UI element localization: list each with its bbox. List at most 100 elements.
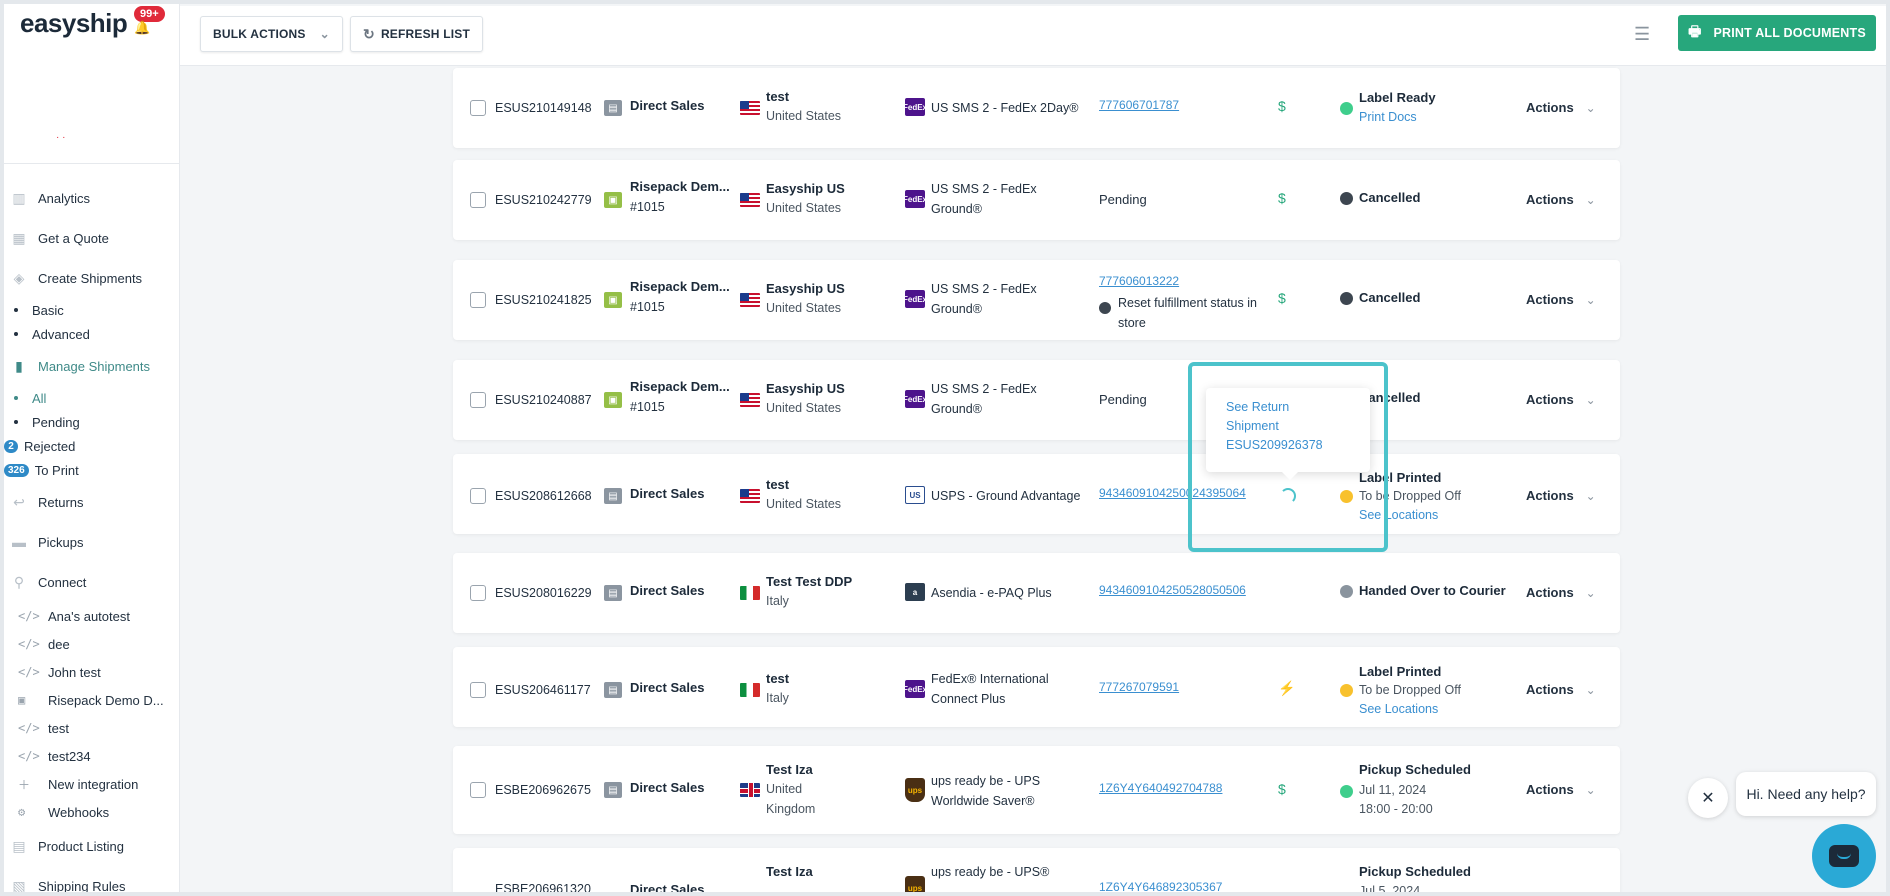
shipment-id[interactable]: ESUS210240887 [495,393,592,407]
plus-icon: ＋ [18,777,31,792]
row-checkbox[interactable] [470,192,486,208]
sidebar-item-shipping-rules[interactable]: ▧ Shipping Rules [0,866,180,896]
actions-dropdown[interactable]: Actions ⌄ [1526,585,1596,600]
integration-item[interactable]: </> dee [0,630,180,658]
integration-label: Webhooks [48,804,110,820]
store-name: Direct Sales [630,583,705,598]
tracking-link[interactable]: 777606013222 [1099,274,1179,288]
table-row[interactable]: ESUS210242779 ▣ Risepack Dem... #1015 Ea… [453,160,1620,240]
row-checkbox[interactable] [470,392,486,408]
sidebar-nav: ▥ Analytics ▦ Get a Quote ◈ Create Shipment… [0,178,180,896]
bell-icon[interactable]: 🔔 [134,20,150,35]
row-checkbox[interactable] [470,782,486,798]
shipment-id[interactable]: ESUS208612668 [495,489,592,503]
return-shipment-icon[interactable] [1280,488,1296,504]
chevron-down-icon: ⌄ [1585,100,1596,115]
chat-close-button[interactable]: ✕ [1688,778,1728,818]
table-row[interactable]: ESBE206961320 Direct Sales Test Iza ups … [453,848,1620,896]
tracking-link[interactable]: 1Z6Y4Y640492704788 [1099,781,1222,795]
pickup-time: 18:00 - 20:00 [1359,802,1433,816]
actions-dropdown[interactable]: Actions ⌄ [1526,292,1596,307]
sidebar-item-get-quote[interactable]: ▦ Get a Quote [0,218,180,258]
store-name: Direct Sales [630,98,705,113]
shipment-id[interactable]: ESUS210241825 [495,293,592,307]
tracking-link[interactable]: 9434609104250024395064 [1099,486,1246,500]
see-locations-link[interactable]: See Locations [1359,508,1438,522]
row-checkbox[interactable] [470,682,486,698]
actions-dropdown[interactable]: Actions ⌄ [1526,682,1596,697]
sidebar-subitem-to-print[interactable]: 326 To Print [0,458,180,482]
integration-item[interactable]: </> Ana's autotest [0,602,180,630]
shipment-id[interactable]: ESUS210149148 [495,101,592,115]
bullet-dot [14,396,18,400]
list-view-icon[interactable]: ☰ [1634,24,1656,46]
actions-dropdown[interactable]: Actions ⌄ [1526,192,1596,207]
shipment-id[interactable]: ESUS206461177 [495,683,591,697]
print-all-documents-button[interactable]: 🖶 PRINT ALL DOCUMENTS [1678,15,1876,51]
table-row[interactable]: ESUS208016229 ▤ Direct Sales Test Test D… [453,553,1620,633]
bullet-dot [14,308,18,312]
table-row[interactable]: ESUS208612668 ▤ Direct Sales test United… [453,454,1620,534]
sidebar-subitem-all[interactable]: All [0,386,180,410]
return-shipment-id-link[interactable]: ESUS209926378 [1226,436,1350,455]
row-checkbox[interactable] [470,292,486,308]
shipment-id[interactable]: ESBE206962675 [495,783,591,797]
sidebar-item-label: Product Listing [38,838,124,854]
sidebar-item-analytics[interactable]: ▥ Analytics [0,178,180,218]
shipment-id[interactable]: ESBE206961320 [495,882,591,896]
see-return-shipment-link[interactable]: See Return [1226,398,1350,417]
sidebar-subitem-basic[interactable]: Basic [0,298,180,322]
shopify-icon: ▣ [18,693,26,707]
shipment-id[interactable]: ESUS208016229 [495,586,592,600]
sidebar-subitem-advanced[interactable]: Advanced [0,322,180,346]
actions-dropdown[interactable]: Actions ⌄ [1526,392,1596,407]
shipment-id[interactable]: ESUS210242779 [495,193,592,207]
row-checkbox[interactable] [470,100,486,116]
see-return-shipment-link[interactable]: Shipment [1226,417,1350,436]
tracking-pending: Pending [1099,392,1147,407]
table-row[interactable]: ESUS206461177 ▤ Direct Sales test Italy … [453,647,1620,727]
tracking-link[interactable]: 777267079591 [1099,680,1179,694]
actions-dropdown[interactable]: Actions ⌄ [1526,488,1596,503]
tracking-link[interactable]: 9434609104250528050506 [1099,583,1246,597]
payment-icon: $ [1278,781,1286,797]
actions-dropdown[interactable]: Actions ⌄ [1526,100,1596,115]
row-checkbox[interactable] [470,488,486,504]
actions-dropdown[interactable]: Actions ⌄ [1526,782,1596,797]
new-integration-item[interactable]: ＋ New integration [0,770,180,798]
easyship-logo[interactable]: easyship [20,8,128,39]
sidebar-subitem-pending[interactable]: Pending [0,410,180,434]
tracking-link[interactable]: 1Z6Y4Y646892305367 [1099,880,1222,894]
sidebar-item-product-listing[interactable]: ▤ Product Listing [0,826,180,866]
tracking-link[interactable]: 777606701787 [1099,98,1179,112]
row-checkbox[interactable] [470,585,486,601]
bulk-actions-button[interactable]: BULK ACTIONS ⌄ [200,16,343,52]
destination-country: United States [766,497,842,511]
table-row[interactable]: ESUS210240887 ▣ Risepack Dem... #1015 Ea… [453,360,1620,440]
integration-item[interactable]: </> test234 [0,742,180,770]
chat-greeting-bubble[interactable]: Hi. Need any help? [1736,772,1876,816]
code-icon: </> [18,749,40,763]
sidebar-item-manage-shipments[interactable]: ▮ Manage Shipments [0,346,180,386]
code-icon: </> [18,609,40,623]
refresh-list-button[interactable]: ↻ REFRESH LIST [350,16,484,52]
see-locations-link[interactable]: See Locations [1359,702,1438,716]
sidebar-subitem-rejected[interactable]: 2 Rejected [0,434,180,458]
table-row[interactable]: ESUS210149148 ▤ Direct Sales test United… [453,68,1620,148]
sidebar-item-connect[interactable]: ⚲ Connect [0,562,180,602]
table-row[interactable]: ESBE206962675 ▤ Direct Sales Test Iza Un… [453,746,1620,834]
destination-name: Easyship US [766,381,845,396]
status-dot [1340,192,1353,205]
sidebar-item-pickups[interactable]: ▬ Pickups [0,522,180,562]
sidebar-item-create-shipments[interactable]: ◈ Create Shipments [0,258,180,298]
webhooks-item[interactable]: ⚙ Webhooks [0,798,180,826]
print-docs-link[interactable]: Print Docs [1359,110,1417,124]
integration-item[interactable]: ▣ Risepack Demo D... [0,686,180,714]
chat-launcher-button[interactable] [1812,824,1876,888]
integration-item[interactable]: </> John test [0,658,180,686]
sidebar-subitem-label: Advanced [32,326,90,342]
sidebar-item-returns[interactable]: ↩ Returns [0,482,180,522]
table-row[interactable]: ESUS210241825 ▣ Risepack Dem... #1015 Ea… [453,260,1620,340]
integration-item[interactable]: </> test [0,714,180,742]
actions-label: Actions [1526,292,1574,307]
